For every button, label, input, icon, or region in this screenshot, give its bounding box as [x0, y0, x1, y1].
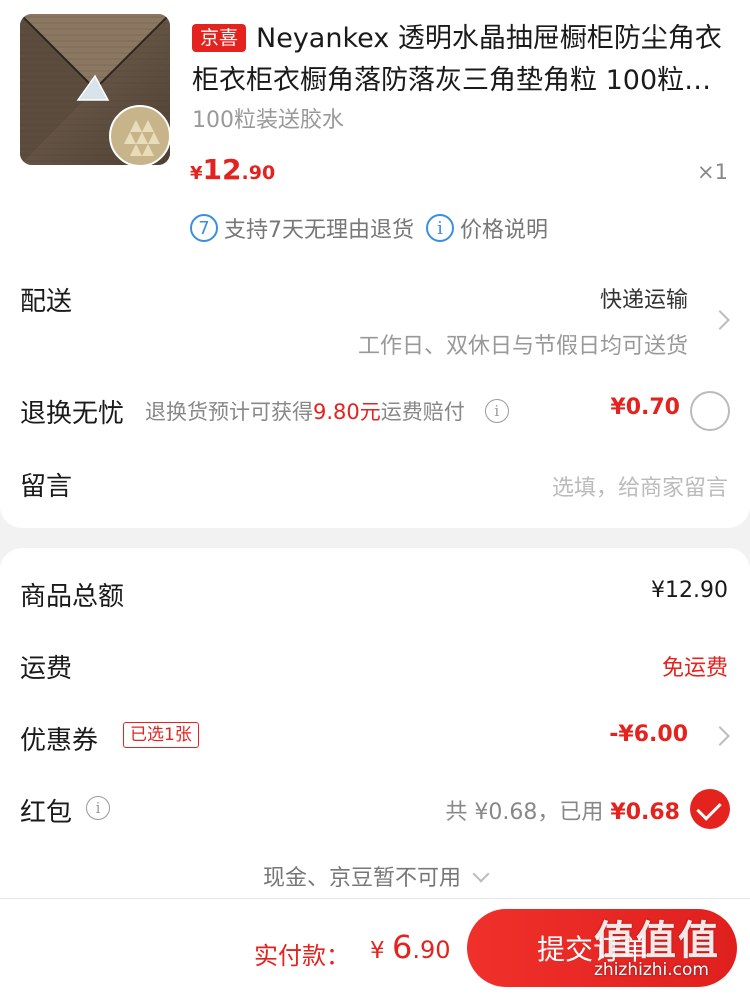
product-price: ¥12.90 [190, 153, 275, 186]
pay-integer: 6 [391, 928, 413, 966]
coupon-label: 优惠券 [20, 726, 99, 756]
redpacket-used: ¥0.68 [610, 800, 680, 825]
delivery-description: 工作日、双休日与节假日均可送货 [357, 334, 688, 359]
product-thumbnail[interactable] [20, 14, 170, 165]
message-input[interactable]: 选填，给商家留言 [552, 470, 728, 502]
watermark-logo: 值值值 zhizhizhi.com [594, 908, 720, 980]
info-icon[interactable]: i [86, 796, 110, 820]
return-insurance-description: 退换货预计可获得 9.80元 运费赔付 i [145, 396, 509, 426]
pay-symbol: ¥ [370, 938, 392, 964]
service-list: 7 支持7天无理由退货 i 价格说明 [190, 212, 560, 244]
info-icon[interactable]: i [484, 399, 509, 423]
chevron-down-icon [472, 865, 490, 883]
info-icon: i [426, 214, 454, 242]
goods-total-value: ¥12.90 [651, 578, 728, 603]
jingxi-badge: 京喜 [192, 24, 247, 52]
return-desc-suffix: 运费赔付 [380, 400, 465, 424]
pay-amount: ¥ 6.90 [370, 928, 450, 966]
coupon-selected-badge: 已选1张 [123, 722, 199, 748]
cash-note-text: 现金、京豆暂不可用 [262, 866, 461, 891]
return-insurance-fee: ¥0.70 [610, 395, 680, 420]
redpacket-total-text: 共 ¥0.68，已用 [445, 800, 604, 825]
product-title-text: Neyankex 透明水晶抽屉橱柜防尘角衣柜衣柜衣橱角落防落灰三角垫角粒 100… [192, 23, 722, 96]
return-insurance-label: 退换无忧 [20, 399, 125, 429]
order-product-card: 京喜 Neyankex 透明水晶抽屉橱柜防尘角衣柜衣柜衣橱角落防落灰三角垫角粒 1… [0, 0, 750, 528]
watermark-url: zhizhizhi.com [594, 960, 709, 980]
delivery-label: 配送 [20, 287, 73, 317]
chevron-right-icon[interactable] [710, 310, 730, 330]
service-label: 支持7天无理由退货 [224, 218, 414, 243]
price-integer: 12 [202, 153, 242, 186]
coupon-value[interactable]: -¥6.00 [609, 722, 688, 747]
goods-total-label: 商品总额 [20, 582, 125, 612]
shipping-value: 免运费 [661, 656, 728, 681]
service-price-explanation[interactable]: i 价格说明 [426, 212, 548, 244]
product-title[interactable]: 京喜 Neyankex 透明水晶抽屉橱柜防尘角衣柜衣柜衣橱角落防落灰三角垫角粒 1… [192, 18, 732, 102]
price-symbol: ¥ [190, 163, 203, 184]
pay-label: 实付款： [254, 942, 350, 970]
product-spec: 100粒装送胶水 [192, 108, 344, 133]
product-quantity: ×1 [697, 160, 728, 184]
message-label: 留言 [20, 472, 73, 502]
seven-day-icon: 7 [190, 214, 218, 242]
redpacket-checkbox[interactable] [690, 789, 730, 829]
service-seven-day-return[interactable]: 7 支持7天无理由退货 [190, 212, 414, 244]
service-label: 价格说明 [460, 218, 549, 243]
pay-decimal: .90 [412, 936, 451, 964]
return-insurance-radio[interactable] [690, 391, 730, 431]
watermark-chars: 值值值 [594, 918, 720, 964]
delivery-method[interactable]: 快递运输 [600, 282, 688, 314]
redpacket-label: 红包 [20, 798, 73, 828]
return-desc-prefix: 退换货预计可获得 [145, 400, 313, 424]
shipping-label: 运费 [20, 654, 73, 684]
return-desc-amount: 9.80元 [313, 400, 381, 424]
redpacket-value: 共 ¥0.68，已用 ¥0.68 [445, 794, 680, 826]
cash-unavailable-note[interactable]: 现金、京豆暂不可用 [0, 860, 750, 892]
price-decimal: .90 [241, 162, 276, 184]
